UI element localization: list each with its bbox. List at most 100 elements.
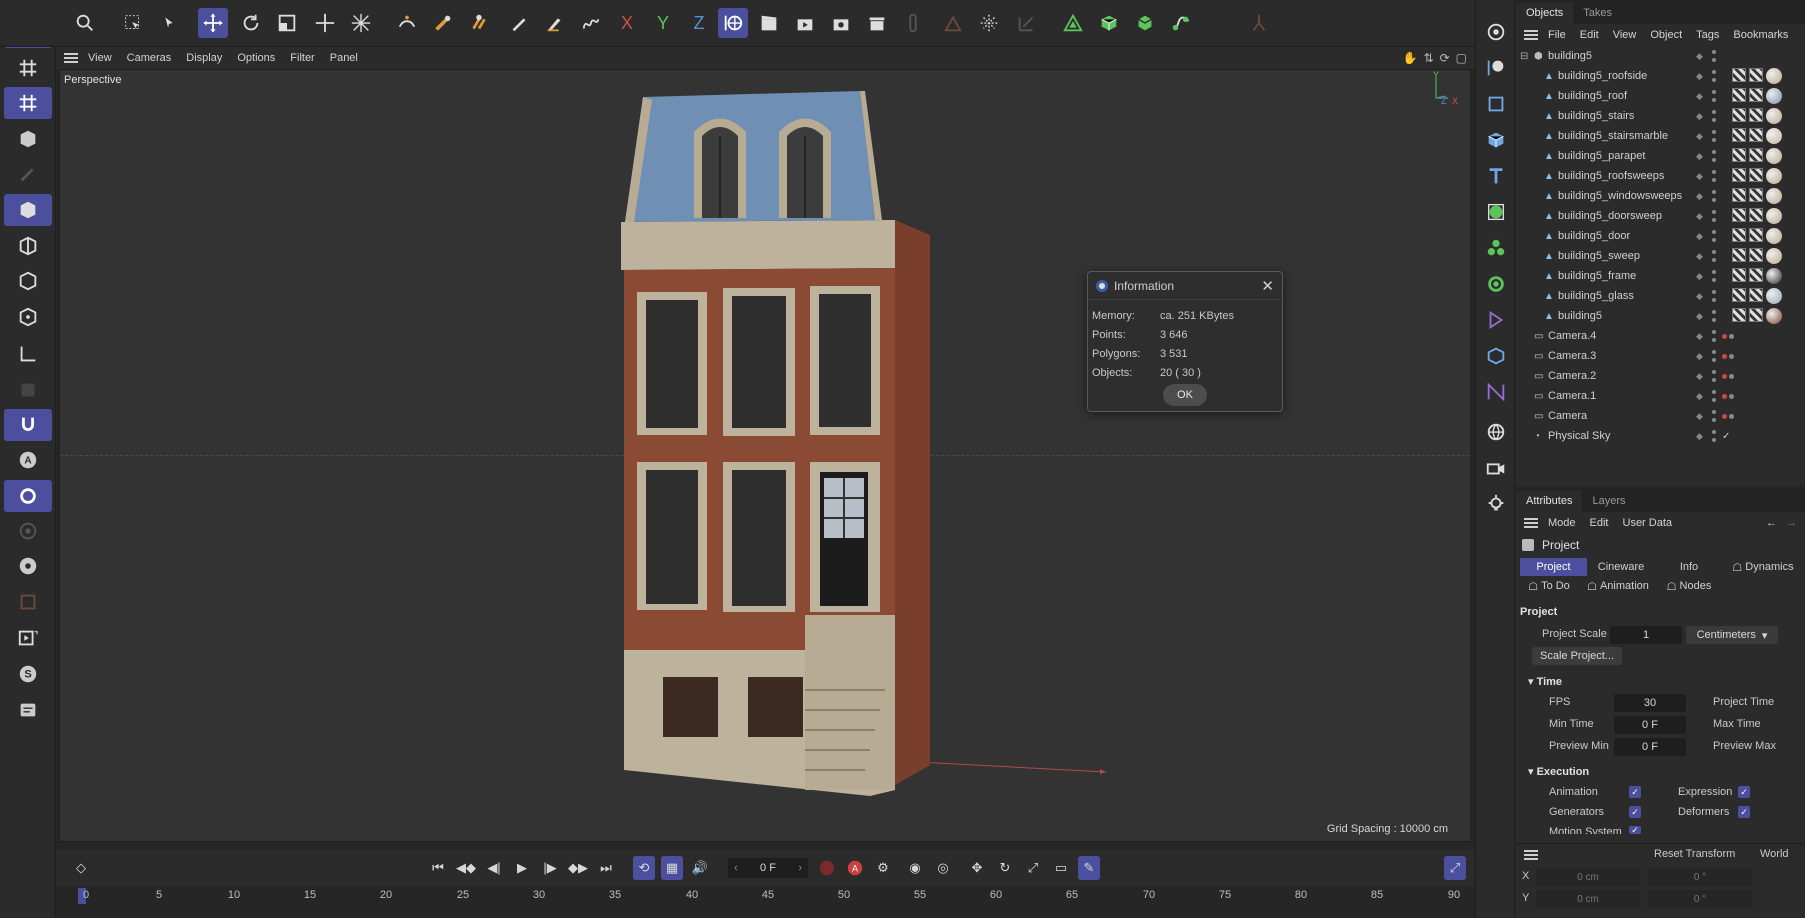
layer-icon[interactable]: ◆ <box>1696 291 1706 301</box>
script-manager-icon[interactable] <box>4 694 52 726</box>
material-tag-icon[interactable] <box>1766 228 1782 244</box>
pen-icon[interactable] <box>504 8 534 38</box>
expression-checkbox[interactable]: ✓ <box>1738 786 1750 798</box>
visibility-dots[interactable] <box>1712 110 1718 122</box>
object-row[interactable]: ▲ building5_roofsweeps ◆ <box>1516 166 1805 186</box>
object-row-root[interactable]: ⊟ ⬢ building5 ◆ <box>1516 46 1805 66</box>
texture-tag-icon[interactable] <box>1749 228 1763 242</box>
ok-button[interactable]: OK <box>1163 384 1207 406</box>
effector-icon[interactable] <box>1480 268 1512 300</box>
visibility-dots[interactable] <box>1712 310 1718 322</box>
texture-tag-icon[interactable] <box>1749 148 1763 162</box>
object-row[interactable]: ▲ building5_stairs ◆ <box>1516 106 1805 126</box>
project-scale-field[interactable]: 1 <box>1610 626 1682 644</box>
material-tag-icon[interactable] <box>1766 268 1782 284</box>
generators-checkbox[interactable]: ✓ <box>1629 806 1641 818</box>
render-queue-icon[interactable] <box>862 8 892 38</box>
clapboard-icon[interactable] <box>754 8 784 38</box>
material-tag-icon[interactable] <box>1766 168 1782 184</box>
world-select[interactable]: World <box>1760 848 1789 860</box>
layer-icon[interactable]: ◆ <box>1696 371 1706 381</box>
object-row[interactable]: ▲ building5_glass ◆ <box>1516 286 1805 306</box>
building-model[interactable] <box>60 70 1471 842</box>
animation-checkbox[interactable]: ✓ <box>1629 786 1641 798</box>
visibility-dots[interactable] <box>1712 130 1718 142</box>
uvw-tag-icon[interactable] <box>1732 208 1746 222</box>
knife-icon[interactable] <box>540 8 570 38</box>
layer-icon[interactable]: ◆ <box>1696 351 1706 361</box>
menu-view[interactable]: View <box>1613 29 1637 41</box>
layer-icon[interactable]: ◆ <box>1696 111 1706 121</box>
keyframe-icon[interactable]: ◇ <box>70 856 92 880</box>
uvw-tag-icon[interactable] <box>1732 288 1746 302</box>
layer-icon[interactable]: ◆ <box>1696 171 1706 181</box>
target-tag-icon[interactable] <box>1722 373 1727 379</box>
prev-key-icon[interactable]: ◀◆ <box>455 856 477 880</box>
coord-x-position[interactable]: 0 cm <box>1536 868 1640 886</box>
back-arrow-icon[interactable]: ← <box>1766 517 1777 529</box>
uvw-tag-icon[interactable] <box>1732 148 1746 162</box>
material-tag-icon[interactable] <box>1766 88 1782 104</box>
visibility-dots[interactable] <box>1712 250 1718 262</box>
texture-tag-icon[interactable] <box>1749 208 1763 222</box>
light-icon[interactable] <box>1480 488 1512 520</box>
texture-tag-icon[interactable] <box>1749 188 1763 202</box>
object-row[interactable]: ▲ building5_roofside ◆ <box>1516 66 1805 86</box>
snap-grid-icon[interactable] <box>4 87 52 119</box>
min-time-field[interactable]: 0 F <box>1614 716 1686 734</box>
layer-icon[interactable]: ◆ <box>1696 51 1706 61</box>
layer-icon[interactable]: ◆ <box>1696 231 1706 241</box>
layer-icon[interactable]: ◆ <box>1696 411 1706 421</box>
tab-layers[interactable]: Layers <box>1582 490 1635 512</box>
texture-tag-icon[interactable] <box>1749 68 1763 82</box>
subtab-todo[interactable]: ☖ To Do <box>1520 577 1578 595</box>
material-tag-icon[interactable] <box>1766 288 1782 304</box>
visibility-dots[interactable] <box>1712 370 1718 382</box>
menu-bookmarks[interactable]: Bookmarks <box>1733 29 1788 41</box>
polygon-mode-icon[interactable] <box>4 230 52 262</box>
maximize-view-icon[interactable]: ▢ <box>1456 51 1467 65</box>
target-tag-icon[interactable] <box>1722 413 1727 419</box>
sound-icon[interactable]: 🔊 <box>689 856 711 880</box>
coord-y-position[interactable]: 0 cm <box>1536 890 1640 908</box>
brush-icon[interactable] <box>4 158 52 190</box>
protection-tag-icon[interactable] <box>1729 353 1734 359</box>
menu-display[interactable]: Display <box>186 52 222 64</box>
menu-filter[interactable]: Filter <box>290 52 314 64</box>
move-icon[interactable] <box>198 8 228 38</box>
texture-tag-icon[interactable] <box>1749 288 1763 302</box>
material-tag-icon[interactable] <box>1766 308 1782 324</box>
timeline-expand-icon[interactable]: ⤢ <box>1444 856 1466 880</box>
object-row[interactable]: ▲ building5_doorsweep ◆ <box>1516 206 1805 226</box>
current-frame-field[interactable]: ‹ 0 F › <box>728 858 808 878</box>
layer-icon[interactable]: ◆ <box>1696 331 1706 341</box>
visibility-dots[interactable] <box>1712 230 1718 242</box>
render-view-icon[interactable] <box>4 622 52 654</box>
field-icon[interactable] <box>1480 376 1512 408</box>
edge-mode-icon[interactable] <box>4 265 52 297</box>
uvw-tag-icon[interactable] <box>1732 108 1746 122</box>
multi-transform-icon[interactable] <box>346 8 376 38</box>
fps-field[interactable]: 30 <box>1614 694 1686 712</box>
visibility-dots[interactable] <box>1712 190 1718 202</box>
object-row[interactable]: ▲ building5_frame ◆ <box>1516 266 1805 286</box>
record-icon[interactable] <box>816 856 838 880</box>
layer-icon[interactable]: ◆ <box>1696 131 1706 141</box>
sculpt-brush-icon[interactable] <box>428 8 458 38</box>
model-mode-icon[interactable] <box>4 194 52 226</box>
object-row[interactable]: ▲ building5_sweep ◆ <box>1516 246 1805 266</box>
project-scale-unit-select[interactable]: Centimeters ▾ <box>1686 626 1778 644</box>
x-axis-toggle[interactable]: X <box>612 8 642 38</box>
environment-icon[interactable] <box>1480 416 1512 448</box>
layer-icon[interactable]: ◆ <box>1696 191 1706 201</box>
menu-view[interactable]: View <box>88 52 112 64</box>
visibility-dots[interactable] <box>1712 290 1718 302</box>
eye-icon[interactable] <box>4 550 52 582</box>
triangle-icon[interactable] <box>1058 8 1088 38</box>
texture-icon[interactable] <box>4 374 52 406</box>
forward-arrow-icon[interactable]: → <box>1786 517 1797 529</box>
key-rotation-icon[interactable]: ↻ <box>994 856 1016 880</box>
section-execution[interactable]: ▾ Execution <box>1524 765 1589 778</box>
autokey-icon[interactable]: A <box>844 856 866 880</box>
texture-tag-icon[interactable] <box>1749 128 1763 142</box>
